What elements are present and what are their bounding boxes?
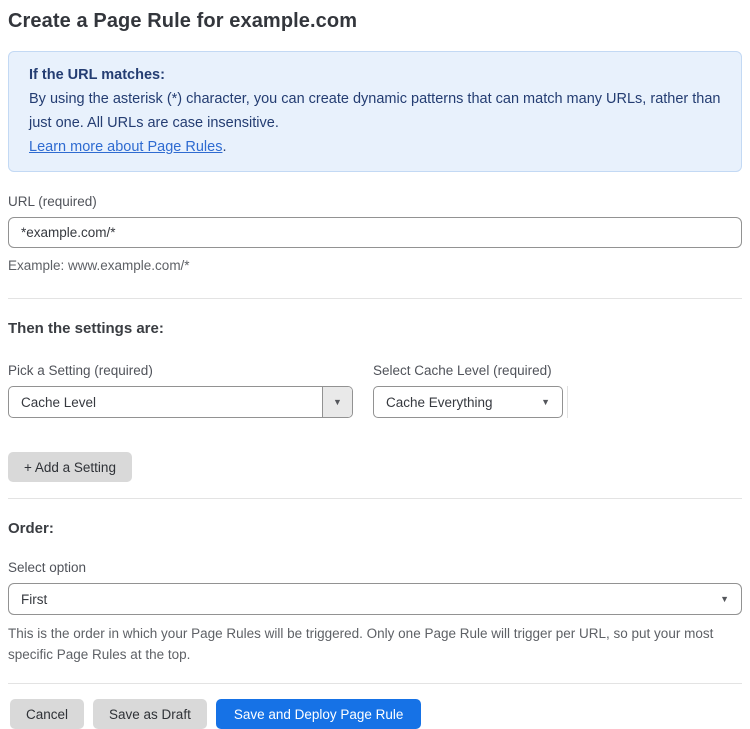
url-match-notice: If the URL matches: By using the asteris… [8, 51, 742, 172]
footer-actions: Cancel Save as Draft Save and Deploy Pag… [8, 699, 742, 729]
chevron-down-icon: ▼ [541, 396, 550, 407]
page-title: Create a Page Rule for example.com [8, 10, 358, 32]
order-select[interactable]: First ▼ [8, 583, 742, 615]
url-label: URL (required) [8, 194, 97, 209]
cache-level-column: Select Cache Level (required) Cache Ever… [373, 363, 563, 418]
learn-more-link[interactable]: Learn more about Page Rules [29, 139, 222, 155]
settings-row: Pick a Setting (required) Cache Level ▼ … [8, 363, 742, 418]
cache-level-label: Select Cache Level (required) [373, 363, 552, 378]
dropdown-arrow: ▼ [708, 593, 741, 604]
order-select-value: First [21, 591, 48, 607]
order-heading: Order: [8, 520, 54, 537]
setting-picker-dropdown[interactable]: Cache Level ▼ [8, 386, 353, 418]
settings-heading: Then the settings are: [8, 320, 164, 337]
divider [8, 298, 742, 299]
order-select-label: Select option [8, 560, 87, 575]
cache-level-value: Cache Everything [386, 394, 493, 410]
page-rule-form: Create a Page Rule for example.com If th… [0, 0, 750, 729]
dropdown-arrow-segment[interactable]: ▼ [322, 387, 352, 417]
setting-picker-value: Cache Level [21, 394, 97, 410]
save-draft-button[interactable]: Save as Draft [93, 699, 207, 729]
cancel-button[interactable]: Cancel [10, 699, 85, 729]
order-hint: This is the order in which your Page Rul… [8, 626, 714, 662]
link-suffix: . [222, 139, 227, 155]
url-input[interactable] [8, 217, 742, 248]
chevron-down-icon: ▼ [720, 593, 729, 604]
chevron-down-icon: ▼ [333, 396, 342, 407]
divider [8, 498, 742, 499]
divider [8, 683, 742, 684]
notice-body: By using the asterisk (*) character, you… [29, 91, 721, 131]
cache-level-dropdown[interactable]: Cache Everything ▼ [373, 386, 563, 418]
save-deploy-button[interactable]: Save and Deploy Page Rule [215, 699, 422, 729]
setting-picker-column: Pick a Setting (required) Cache Level ▼ [8, 363, 353, 418]
notice-heading: If the URL matches: [29, 67, 165, 83]
dropdown-arrow: ▼ [529, 396, 562, 407]
url-hint: Example: www.example.com/* [8, 258, 190, 273]
column-divider [567, 386, 568, 418]
add-setting-button[interactable]: + Add a Setting [8, 452, 132, 482]
notice-link-line: Learn more about Page Rules. [29, 135, 721, 159]
setting-picker-label: Pick a Setting (required) [8, 363, 153, 378]
